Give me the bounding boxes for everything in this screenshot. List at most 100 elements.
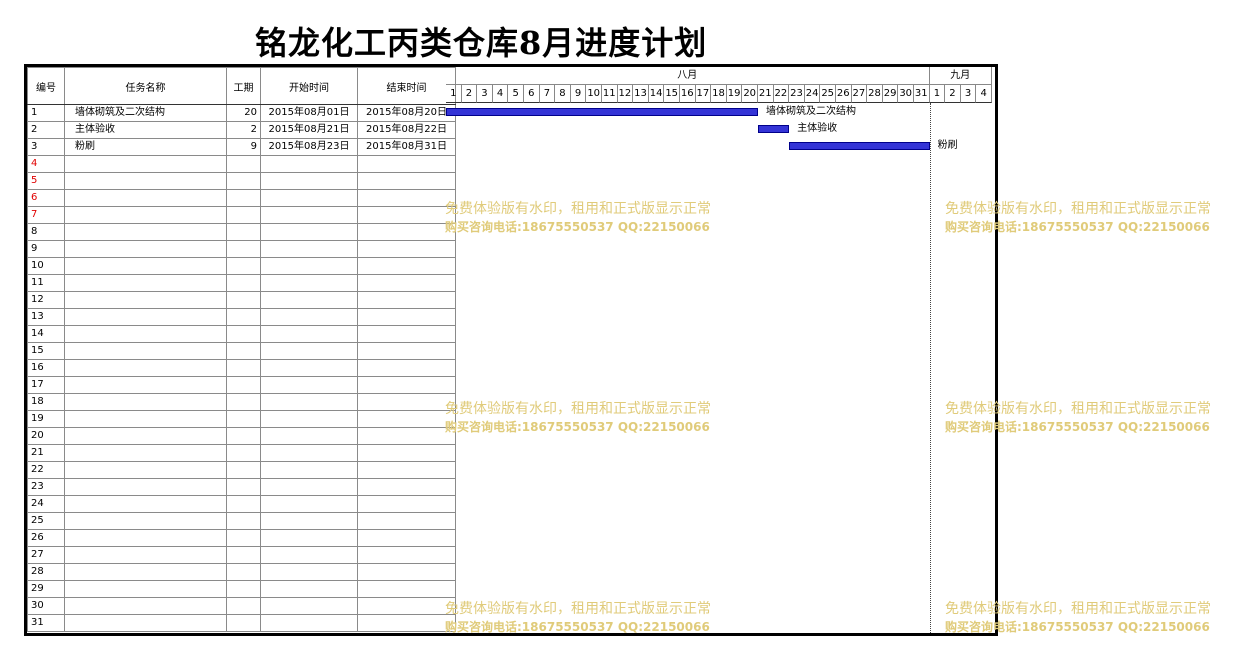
empty-cell[interactable]: [357, 257, 456, 275]
empty-cell[interactable]: [226, 597, 261, 615]
empty-cell[interactable]: [357, 189, 456, 207]
table-row[interactable]: 19: [27, 410, 456, 428]
empty-cell[interactable]: [226, 308, 261, 326]
table-row[interactable]: 6: [27, 189, 456, 207]
row-number-cell[interactable]: 29: [27, 580, 65, 598]
table-row[interactable]: 25: [27, 512, 456, 530]
task-name-cell[interactable]: 粉刷: [64, 138, 227, 156]
empty-cell[interactable]: [260, 155, 358, 173]
empty-cell[interactable]: [226, 410, 261, 428]
task-id-cell[interactable]: 1: [27, 104, 65, 122]
empty-cell[interactable]: [260, 274, 358, 292]
table-row[interactable]: 18: [27, 393, 456, 411]
empty-cell[interactable]: [357, 529, 456, 547]
empty-cell[interactable]: [226, 189, 261, 207]
row-number-cell[interactable]: 6: [27, 189, 65, 207]
empty-cell[interactable]: [260, 376, 358, 394]
empty-cell[interactable]: [357, 325, 456, 343]
empty-cell[interactable]: [64, 274, 227, 292]
table-row[interactable]: 22: [27, 461, 456, 479]
row-number-cell[interactable]: 20: [27, 427, 65, 445]
empty-cell[interactable]: [260, 410, 358, 428]
empty-cell[interactable]: [357, 291, 456, 309]
empty-cell[interactable]: [64, 155, 227, 173]
empty-cell[interactable]: [226, 529, 261, 547]
empty-cell[interactable]: [260, 512, 358, 530]
empty-cell[interactable]: [260, 461, 358, 479]
row-number-cell[interactable]: 19: [27, 410, 65, 428]
empty-cell[interactable]: [260, 291, 358, 309]
table-row[interactable]: 24: [27, 495, 456, 513]
table-row[interactable]: 28: [27, 563, 456, 581]
gantt-bar[interactable]: [758, 125, 790, 133]
empty-cell[interactable]: [260, 546, 358, 564]
empty-cell[interactable]: [357, 274, 456, 292]
empty-cell[interactable]: [226, 393, 261, 411]
row-number-cell[interactable]: 24: [27, 495, 65, 513]
table-row[interactable]: 21: [27, 444, 456, 462]
empty-cell[interactable]: [64, 580, 227, 598]
empty-cell[interactable]: [64, 393, 227, 411]
row-number-cell[interactable]: 13: [27, 308, 65, 326]
empty-cell[interactable]: [64, 597, 227, 615]
table-row[interactable]: 7: [27, 206, 456, 224]
empty-cell[interactable]: [64, 614, 227, 632]
empty-cell[interactable]: [357, 563, 456, 581]
empty-cell[interactable]: [226, 427, 261, 445]
empty-cell[interactable]: [64, 257, 227, 275]
row-number-cell[interactable]: 28: [27, 563, 65, 581]
empty-cell[interactable]: [226, 495, 261, 513]
empty-cell[interactable]: [226, 563, 261, 581]
empty-cell[interactable]: [357, 308, 456, 326]
empty-cell[interactable]: [357, 172, 456, 190]
row-number-cell[interactable]: 8: [27, 223, 65, 241]
table-row[interactable]: 31: [27, 614, 456, 632]
empty-cell[interactable]: [226, 325, 261, 343]
empty-cell[interactable]: [357, 427, 456, 445]
row-number-cell[interactable]: 23: [27, 478, 65, 496]
empty-cell[interactable]: [260, 359, 358, 377]
empty-cell[interactable]: [226, 274, 261, 292]
empty-cell[interactable]: [357, 546, 456, 564]
row-number-cell[interactable]: 25: [27, 512, 65, 530]
task-end-cell[interactable]: 2015年08月20日: [357, 104, 456, 122]
empty-cell[interactable]: [260, 257, 358, 275]
table-row[interactable]: 12: [27, 291, 456, 309]
empty-cell[interactable]: [357, 206, 456, 224]
empty-cell[interactable]: [64, 308, 227, 326]
gantt-bar[interactable]: [789, 142, 930, 150]
empty-cell[interactable]: [260, 597, 358, 615]
empty-cell[interactable]: [260, 308, 358, 326]
empty-cell[interactable]: [226, 291, 261, 309]
empty-cell[interactable]: [64, 427, 227, 445]
task-id-cell[interactable]: 2: [27, 121, 65, 139]
empty-cell[interactable]: [64, 172, 227, 190]
empty-cell[interactable]: [64, 325, 227, 343]
task-name-cell[interactable]: 主体验收: [64, 121, 227, 139]
empty-cell[interactable]: [64, 410, 227, 428]
task-duration-cell[interactable]: 20: [226, 104, 261, 122]
table-row[interactable]: 13: [27, 308, 456, 326]
task-name-cell[interactable]: 墙体砌筑及二次结构: [64, 104, 227, 122]
row-number-cell[interactable]: 16: [27, 359, 65, 377]
table-row[interactable]: 4: [27, 155, 456, 173]
empty-cell[interactable]: [260, 495, 358, 513]
empty-cell[interactable]: [64, 512, 227, 530]
empty-cell[interactable]: [260, 563, 358, 581]
row-number-cell[interactable]: 7: [27, 206, 65, 224]
empty-cell[interactable]: [226, 614, 261, 632]
empty-cell[interactable]: [226, 546, 261, 564]
empty-cell[interactable]: [64, 189, 227, 207]
empty-cell[interactable]: [64, 444, 227, 462]
table-row[interactable]: 23: [27, 478, 456, 496]
empty-cell[interactable]: [357, 478, 456, 496]
table-row[interactable]: 8: [27, 223, 456, 241]
empty-cell[interactable]: [357, 597, 456, 615]
empty-cell[interactable]: [64, 223, 227, 241]
table-row[interactable]: 11: [27, 274, 456, 292]
empty-cell[interactable]: [64, 461, 227, 479]
empty-cell[interactable]: [226, 478, 261, 496]
empty-cell[interactable]: [260, 240, 358, 258]
empty-cell[interactable]: [357, 223, 456, 241]
row-number-cell[interactable]: 5: [27, 172, 65, 190]
